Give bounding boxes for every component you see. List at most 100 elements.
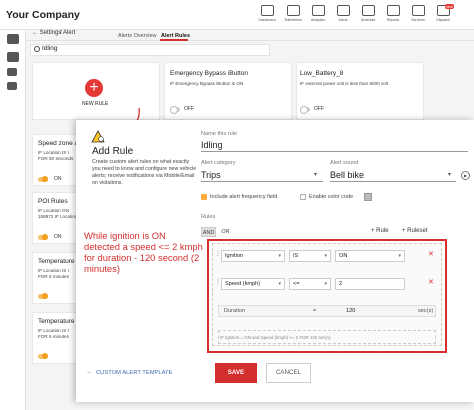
back-settings-link[interactable]: ← Settings: [32, 30, 61, 36]
fuel-icon[interactable]: [7, 68, 17, 76]
rule-card-subtitle: 158972 IF Location: [38, 214, 78, 219]
condition-operator-select[interactable]: <= ▾: [289, 278, 331, 290]
rules-label: Rules: [201, 214, 216, 220]
chevron-down-icon: ▾: [324, 281, 327, 287]
nav-alerts-label: Alerts: [338, 18, 348, 22]
play-sound-icon[interactable]: ▶: [461, 171, 470, 180]
save-button[interactable]: SAVE: [215, 363, 257, 383]
condition-value-select[interactable]: ON ▾: [335, 250, 405, 262]
nav-dashboard[interactable]: Dashboard: [254, 3, 280, 29]
duration-row: [218, 305, 436, 317]
toggle-state: OFF: [184, 106, 194, 112]
nav-dispatch-label: Dispatch: [436, 18, 450, 22]
condition-operator-value: <=: [293, 281, 300, 287]
condition-value-text: ON: [339, 253, 348, 259]
chevron-down-icon[interactable]: ▾: [448, 171, 451, 178]
custom-template-link[interactable]: CUSTOM ALERT TEMPLATE: [96, 370, 172, 376]
reports-icon: [386, 5, 400, 16]
tab-alerts-overview[interactable]: Alerts Overview: [118, 33, 157, 39]
top-bar: Your Company Dashboard Telemetries Analy…: [0, 0, 474, 30]
chevron-down-icon: ▾: [324, 253, 327, 259]
or-toggle[interactable]: OR: [218, 227, 233, 237]
new-rule-button[interactable]: +: [85, 79, 103, 97]
nav-reports-label: Reports: [386, 18, 400, 22]
rule-card-subtitle: IF Location ON: [38, 208, 69, 213]
color-swatch[interactable]: [364, 193, 372, 201]
new-badge: new: [444, 4, 454, 9]
rule-card-title: Temperature: [38, 258, 75, 265]
condition-value-text: 2: [339, 281, 343, 287]
condition-field-value: Ignition: [225, 253, 244, 259]
company-logo-text[interactable]: Your Company: [6, 9, 80, 21]
toggle-state: ON: [54, 234, 62, 240]
name-field[interactable]: Idling: [201, 140, 223, 150]
chevron-down-icon: ▾: [278, 253, 281, 259]
sound-select[interactable]: Bell bike: [330, 170, 364, 180]
rule-card-title: Emergency Bypass iButton: [170, 70, 249, 77]
nav-dispatch[interactable]: Dispatch new: [430, 3, 456, 29]
services-icon: [411, 5, 425, 16]
color-code-checkbox[interactable]: [300, 194, 306, 200]
duration-label: Duration: [224, 308, 246, 314]
rule-card-title: Temperature: [38, 318, 75, 325]
rule-summary: IF Ignition = ON and Speed (kmph) <= 2 F…: [220, 335, 331, 340]
search-input[interactable]: [30, 44, 270, 56]
nav-alerts[interactable]: Alerts: [330, 3, 356, 29]
frequency-label: Include alert frequency field: [210, 194, 278, 200]
warning-icon: [91, 130, 105, 143]
rule-toggle[interactable]: [170, 106, 180, 114]
route-icon[interactable]: [7, 82, 17, 90]
telemetry-icon: [286, 5, 300, 16]
rule-toggle[interactable]: [38, 234, 48, 240]
nav-analytics[interactable]: Analytics: [305, 3, 331, 29]
nav-dashboard-label: Dashboard: [258, 18, 276, 22]
rule-toggle[interactable]: [38, 176, 48, 182]
rule-card-subtitle: IF Location IS I: [38, 150, 69, 155]
duration-unit: sec(s): [418, 308, 434, 314]
condition-field-value: Speed (kmph): [225, 281, 261, 287]
nav-analytics-label: Analytics: [310, 18, 325, 22]
breadcrumb-alert: Alert: [63, 30, 76, 36]
nav-reports[interactable]: Reports: [380, 3, 406, 29]
rule-toggle[interactable]: [300, 106, 310, 114]
remove-condition-icon[interactable]: ✕: [428, 278, 434, 286]
rule-toggle[interactable]: [38, 293, 48, 299]
remove-condition-icon[interactable]: ✕: [428, 250, 434, 258]
category-underline: [201, 181, 323, 182]
nav-telemetries[interactable]: Telemetries: [280, 3, 306, 29]
condition-value-input[interactable]: 2: [335, 278, 405, 290]
nav-services-label: Services: [411, 18, 425, 22]
rule-toggle[interactable]: [38, 353, 48, 359]
duration-value-input[interactable]: 120: [346, 305, 355, 317]
vehicle-icon[interactable]: [7, 52, 19, 62]
condition-field-select[interactable]: Ignition ▾: [221, 250, 285, 262]
frequency-checkbox[interactable]: [201, 194, 207, 200]
sound-underline: [330, 181, 456, 182]
panel-title: Add Rule: [92, 146, 134, 157]
chevron-down-icon[interactable]: ▾: [314, 171, 317, 178]
rule-card-subtitle: IF Location IS I: [38, 328, 69, 333]
toggle-state: ON: [54, 176, 62, 182]
category-select[interactable]: Trips: [201, 170, 221, 180]
rule-card-subtitle: FOR 50 Seconds: [38, 156, 74, 161]
sound-label: Alert sound: [330, 160, 359, 166]
rule-card-subtitle: IF Emergency Bypass iButton is ON: [170, 81, 244, 86]
nav-services[interactable]: Services: [405, 3, 431, 29]
rule-card-subtitle: FOR 5 minutes: [38, 334, 69, 339]
driver-icon[interactable]: [7, 34, 19, 44]
condition-operator-select[interactable]: IS ▾: [289, 250, 331, 262]
cancel-button[interactable]: CANCEL: [266, 363, 311, 383]
color-code-label: Enable color code: [309, 194, 354, 200]
app-root: Your Company Dashboard Telemetries Analy…: [0, 0, 474, 410]
toggle-state: OFF: [314, 106, 324, 112]
analytics-icon: [311, 5, 325, 16]
rule-card-subtitle: IF external power volt is less than 8000…: [300, 81, 389, 86]
add-rule-button[interactable]: + Rule: [371, 228, 389, 234]
condition-operator-value: IS: [293, 253, 299, 259]
condition-field-select[interactable]: Speed (kmph) ▾: [221, 278, 285, 290]
add-ruleset-button[interactable]: + Ruleset: [402, 228, 428, 234]
search-value: Idling: [42, 45, 58, 52]
dashboard-icon: [260, 5, 274, 16]
nav-schedule[interactable]: Schedule: [355, 3, 381, 29]
tab-divider: [26, 40, 474, 41]
